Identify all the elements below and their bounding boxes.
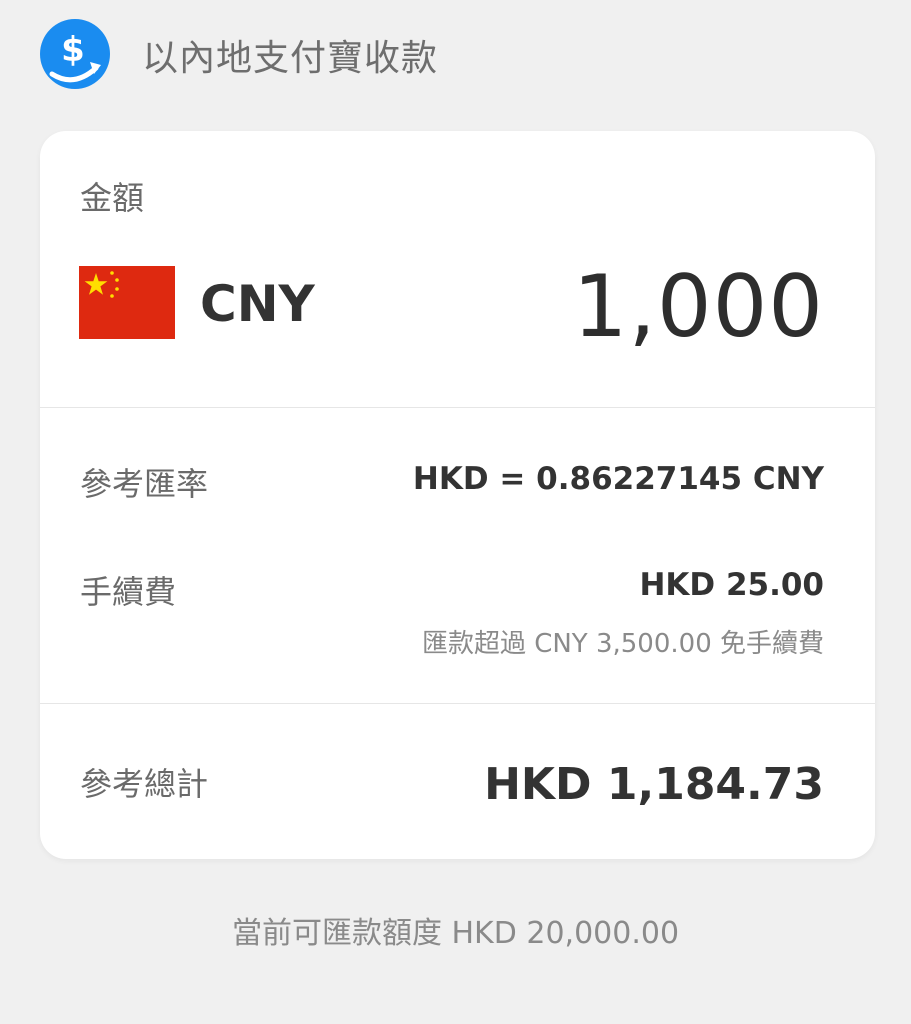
china-flag-icon[interactable]	[79, 266, 175, 339]
remittance-limit-note: 當前可匯款額度 HKD 20,000.00	[231, 916, 680, 951]
fee-waiver-note: 匯款超過 CNY 3,500.00 免手續費	[421, 629, 824, 659]
amount-label: 金額	[80, 179, 145, 217]
total-value: HKD 1,184.73	[484, 759, 824, 810]
total-label: 參考總計	[80, 765, 209, 803]
currency-selector[interactable]: CNY	[200, 275, 315, 333]
amount-input[interactable]: 1,000	[573, 257, 824, 357]
page-title: 以內地支付寶收款	[142, 38, 439, 79]
exchange-rate-value: HKD = 0.86227145 CNY	[412, 461, 824, 497]
divider	[40, 407, 875, 408]
dollar-transfer-icon: $	[40, 19, 110, 89]
exchange-rate-label: 參考匯率	[80, 465, 209, 503]
remittance-card: 金額 CNY 1,000 參考匯率 HKD = 0.86227145 CNY 手…	[40, 131, 875, 859]
svg-text:$: $	[61, 30, 85, 70]
page-header: $ 以內地支付寶收款	[38, 16, 438, 94]
fee-label: 手續費	[80, 573, 177, 611]
divider	[40, 703, 875, 704]
fee-value: HKD 25.00	[639, 567, 824, 603]
